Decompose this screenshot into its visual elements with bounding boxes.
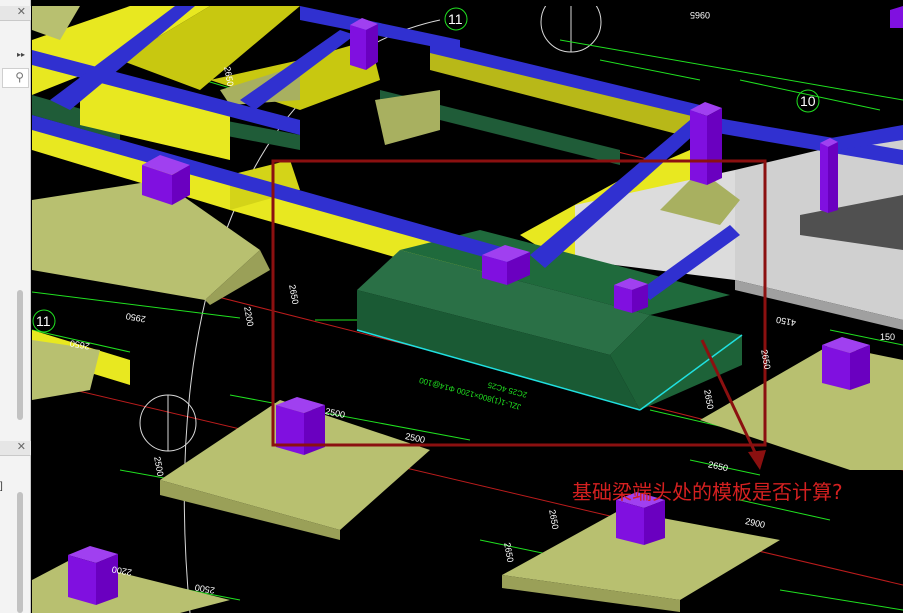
search-input[interactable]: ⚲ <box>2 68 29 88</box>
column <box>614 278 648 313</box>
column <box>822 337 870 390</box>
model-canvas[interactable]: 11 10 11 0965 2650 2950 2650 2650 2500 2… <box>32 6 903 613</box>
column <box>350 18 378 70</box>
annotation-question: 基础梁端头处的模板是否计算? <box>572 480 843 504</box>
column <box>690 102 722 185</box>
axis-label-2: 10 <box>800 93 816 109</box>
close-icon-2[interactable]: ✕ <box>17 440 26 453</box>
dim-text: 150 <box>880 332 895 342</box>
panel-marker: ] <box>0 481 3 492</box>
left-side-panel: ✕ ▸▸ ⚲ ✕ ] <box>0 0 31 613</box>
close-icon[interactable]: ✕ <box>17 5 26 18</box>
column <box>820 138 838 213</box>
axis-label-1: 11 <box>448 11 463 27</box>
axis-label-3: 11 <box>36 313 51 329</box>
expand-arrows-icon[interactable]: ▸▸ <box>17 50 25 59</box>
scrollbar-2[interactable] <box>17 492 23 613</box>
search-icon[interactable]: ⚲ <box>15 70 24 84</box>
dim-text: 0965 <box>690 10 710 20</box>
panel-header-top: ✕ <box>0 6 31 21</box>
3d-model-viewport[interactable]: 11 10 11 0965 2650 2950 2650 2650 2500 2… <box>32 6 903 613</box>
column <box>68 546 118 605</box>
scrollbar[interactable] <box>17 290 23 420</box>
panel-header-bottom: ✕ <box>0 441 31 456</box>
